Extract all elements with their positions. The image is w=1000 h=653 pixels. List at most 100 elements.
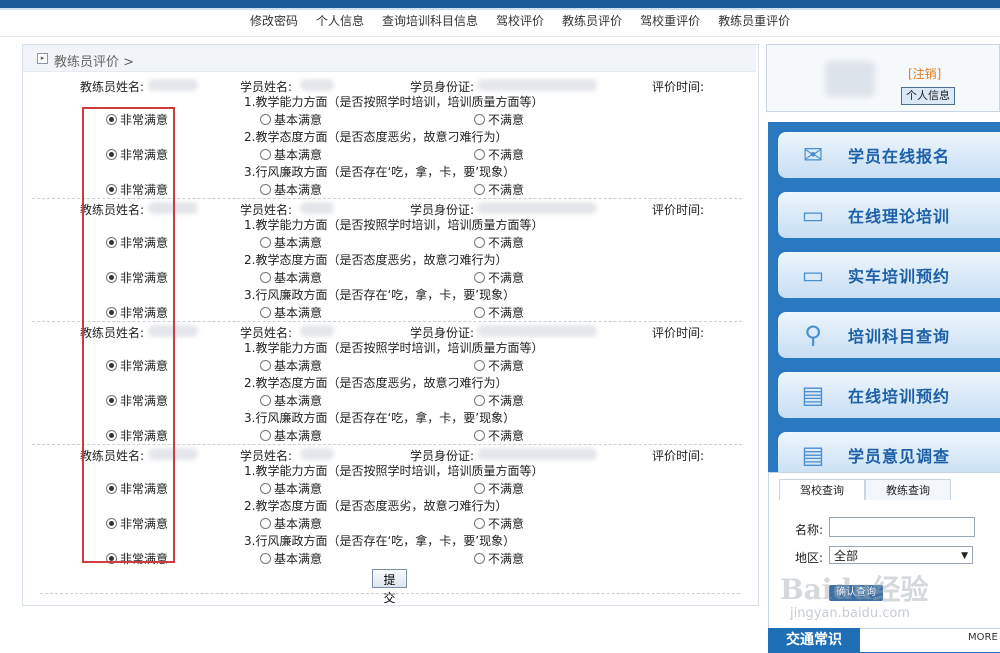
option-not-satisfied[interactable]: 不满意 xyxy=(474,550,524,567)
sidebar-item-1[interactable]: ▭ 在线理论培训 xyxy=(778,192,1000,238)
nav-personal-info[interactable]: 个人信息 xyxy=(316,12,364,30)
breadcrumb-arrow-icon: ▸ xyxy=(37,53,48,64)
radio-icon[interactable] xyxy=(474,272,485,283)
option-basic-satisfied[interactable]: 基本满意 xyxy=(260,515,322,532)
option-basic-satisfied[interactable]: 基本满意 xyxy=(260,111,322,128)
radio-icon[interactable] xyxy=(260,114,271,125)
document-icon: ▤ xyxy=(801,381,825,409)
bottom-divider xyxy=(40,593,740,594)
radio-icon[interactable] xyxy=(474,149,485,160)
question-2: 2.教学态度方面（是否态度恶劣，故意刁难行为） xyxy=(244,130,508,144)
option-not-satisfied[interactable]: 不满意 xyxy=(474,357,524,374)
radio-icon[interactable] xyxy=(474,395,485,406)
magnifier-icon: ⚲ xyxy=(804,321,822,349)
radio-icon[interactable] xyxy=(260,553,271,564)
option-basic-satisfied[interactable]: 基本满意 xyxy=(260,146,322,163)
question-3: 3.行风廉政方面（是否存在‘吃，拿，卡，要’现象） xyxy=(244,411,516,425)
radio-icon[interactable] xyxy=(474,518,485,529)
option-basic-satisfied[interactable]: 基本满意 xyxy=(260,427,322,444)
radio-icon[interactable] xyxy=(260,518,271,529)
radio-icon[interactable] xyxy=(474,237,485,248)
region-value: 全部 xyxy=(834,549,859,563)
radio-icon[interactable] xyxy=(260,360,271,371)
nav-divider xyxy=(0,36,1000,37)
radio-icon[interactable] xyxy=(260,395,271,406)
radio-icon[interactable] xyxy=(260,483,271,494)
option-basic-satisfied[interactable]: 基本满意 xyxy=(260,392,322,409)
option-not-satisfied[interactable]: 不满意 xyxy=(474,427,524,444)
more-link[interactable]: MORE xyxy=(968,632,998,643)
option-basic-satisfied[interactable]: 基本满意 xyxy=(260,550,322,567)
student-id-value xyxy=(477,79,597,91)
student-name-value xyxy=(300,79,334,91)
sidebar-menu: ✉ 学员在线报名 ▭ 在线理论培训 ▭ 实车培训预约 ⚲ 培训科目查询 ▤ 在线培训预约 ▤ 学员意见… xyxy=(768,122,1000,478)
nav-school-eval[interactable]: 驾校评价 xyxy=(496,12,544,30)
user-panel: [注销] 个人信息 xyxy=(766,44,1000,112)
question-2: 2.教学态度方面（是否态度恶劣，故意刁难行为） xyxy=(244,253,508,267)
personal-info-button[interactable]: 个人信息 xyxy=(901,87,955,105)
logout-link[interactable]: [注销] xyxy=(908,65,941,82)
question-1: 1.教学能力方面（是否按照学时培训，培训质量方面等） xyxy=(244,341,544,355)
option-basic-satisfied[interactable]: 基本满意 xyxy=(260,304,322,321)
option-not-satisfied[interactable]: 不满意 xyxy=(474,146,524,163)
option-not-satisfied[interactable]: 不满意 xyxy=(474,304,524,321)
submit-button[interactable]: 提交 xyxy=(372,569,407,605)
radio-icon[interactable] xyxy=(474,114,485,125)
avatar xyxy=(825,61,875,97)
sidebar-item-2[interactable]: ▭ 实车培训预约 xyxy=(778,252,1000,298)
eval-time-label: 评价时间: xyxy=(652,326,705,340)
option-not-satisfied[interactable]: 不满意 xyxy=(474,480,524,497)
option-not-satisfied[interactable]: 不满意 xyxy=(474,269,524,286)
sidebar-item-3[interactable]: ⚲ 培训科目查询 xyxy=(778,312,1000,358)
radio-icon[interactable] xyxy=(474,184,485,195)
search-tabs: 驾校查询 教练查询 xyxy=(779,479,951,500)
nav-change-password[interactable]: 修改密码 xyxy=(250,12,298,30)
radio-icon[interactable] xyxy=(260,430,271,441)
eval-time-label: 评价时间: xyxy=(652,449,705,463)
nav-query-subjects[interactable]: 查询培训科目信息 xyxy=(382,12,478,30)
question-3: 3.行风廉政方面（是否存在‘吃，拿，卡，要’现象） xyxy=(244,165,516,179)
sidebar-item-label: 在线理论培训 xyxy=(848,207,951,226)
radio-icon[interactable] xyxy=(260,237,271,248)
radio-icon[interactable] xyxy=(260,307,271,318)
tab-coach-search[interactable]: 教练查询 xyxy=(865,479,951,500)
breadcrumb: ▸ 教练员评价 > xyxy=(23,45,756,72)
student-name-value xyxy=(300,325,334,337)
option-not-satisfied[interactable]: 不满意 xyxy=(474,515,524,532)
student-id-value xyxy=(477,325,597,337)
radio-icon[interactable] xyxy=(474,553,485,564)
option-not-satisfied[interactable]: 不满意 xyxy=(474,234,524,251)
nav-coach-eval[interactable]: 教练员评价 xyxy=(562,12,622,30)
sidebar-item-4[interactable]: ▤ 在线培训预约 xyxy=(778,372,1000,418)
breadcrumb-title: 教练员评价 > xyxy=(54,55,135,70)
name-input[interactable] xyxy=(829,517,975,537)
question-1: 1.教学能力方面（是否按照学时培训，培训质量方面等） xyxy=(244,218,544,232)
option-basic-satisfied[interactable]: 基本满意 xyxy=(260,480,322,497)
radio-icon[interactable] xyxy=(474,360,485,371)
radio-icon[interactable] xyxy=(474,307,485,318)
coach-name-label: 教练员姓名: xyxy=(80,80,145,94)
option-basic-satisfied[interactable]: 基本满意 xyxy=(260,181,322,198)
option-not-satisfied[interactable]: 不满意 xyxy=(474,392,524,409)
tab-school-search[interactable]: 驾校查询 xyxy=(779,479,865,500)
region-select[interactable]: 全部 ▼ xyxy=(829,546,973,564)
option-basic-satisfied[interactable]: 基本满意 xyxy=(260,269,322,286)
option-not-satisfied[interactable]: 不满意 xyxy=(474,181,524,198)
question-3: 3.行风廉政方面（是否存在‘吃，拿，卡，要’现象） xyxy=(244,534,516,548)
computer-icon: ▭ xyxy=(801,201,825,229)
option-basic-satisfied[interactable]: 基本满意 xyxy=(260,357,322,374)
nav-school-reeval[interactable]: 驾校重评价 xyxy=(640,12,700,30)
option-not-satisfied[interactable]: 不满意 xyxy=(474,111,524,128)
region-label: 地区: xyxy=(795,551,824,565)
radio-icon[interactable] xyxy=(260,149,271,160)
sidebar-item-label: 学员意见调查 xyxy=(848,447,951,466)
sidebar-item-0[interactable]: ✉ 学员在线报名 xyxy=(778,132,1000,178)
envelope-icon: ✉ xyxy=(802,141,824,169)
traffic-knowledge-tab[interactable]: 交通常识 xyxy=(768,628,860,653)
radio-icon[interactable] xyxy=(474,430,485,441)
nav-coach-reeval[interactable]: 教练员重评价 xyxy=(718,12,790,30)
option-basic-satisfied[interactable]: 基本满意 xyxy=(260,234,322,251)
radio-icon[interactable] xyxy=(474,483,485,494)
radio-icon[interactable] xyxy=(260,184,271,195)
radio-icon[interactable] xyxy=(260,272,271,283)
